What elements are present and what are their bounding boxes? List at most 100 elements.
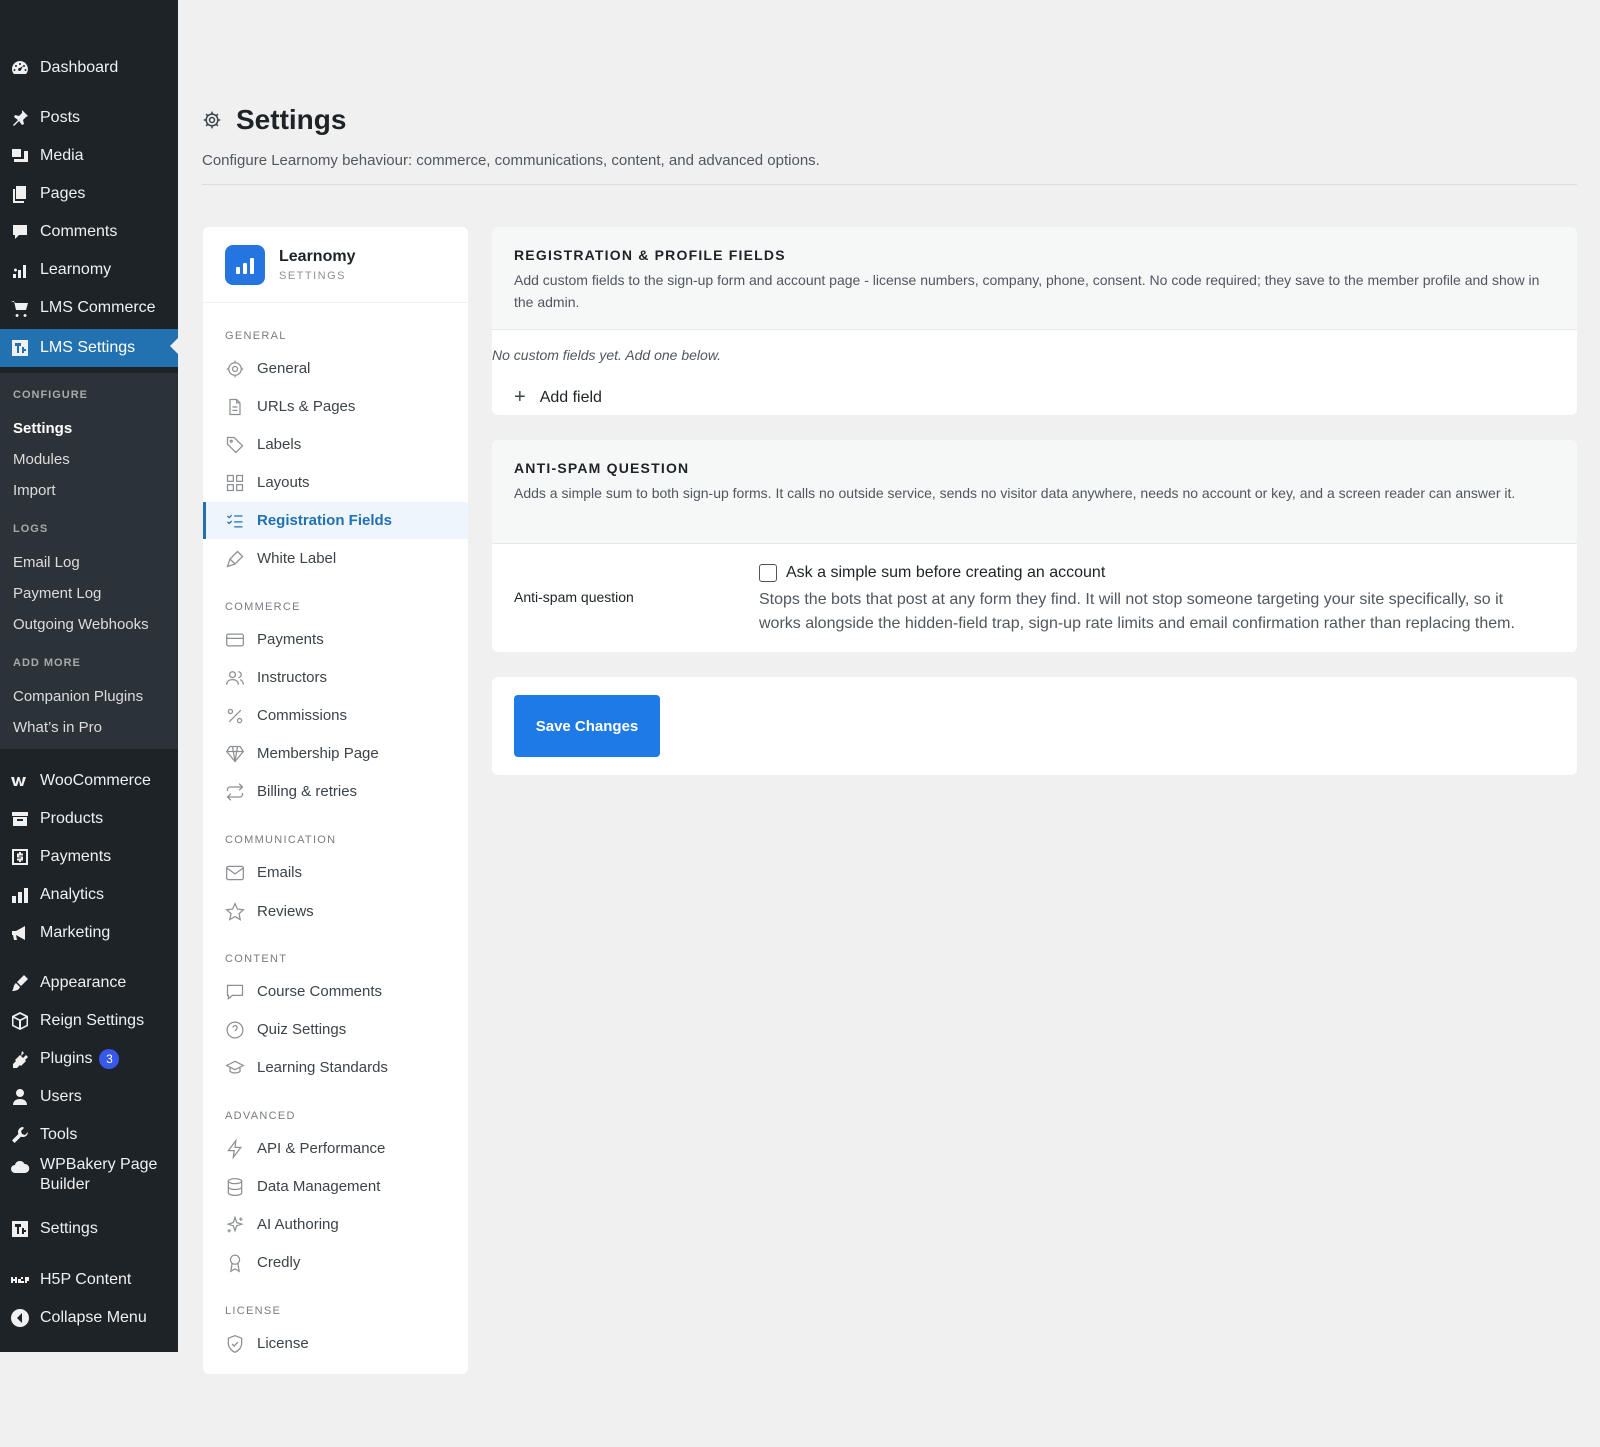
menu-comments[interactable]: Comments <box>0 215 178 249</box>
nav-item-membership-page[interactable]: Membership Page <box>203 735 468 772</box>
repeat-icon <box>226 782 244 801</box>
nav-item-api-performance[interactable]: API & Performance <box>203 1130 468 1167</box>
nav-item-learning-standards[interactable]: Learning Standards <box>203 1049 468 1086</box>
menu-reign-settings[interactable]: Reign Settings <box>0 1004 178 1038</box>
page-title-text: Settings <box>236 104 347 135</box>
nav-item-labels[interactable]: Labels <box>203 426 468 463</box>
nav-heading-advanced: ADVANCED <box>225 1110 296 1122</box>
menu-plugins[interactable]: Plugins 3 <box>0 1042 178 1076</box>
brush-icon <box>226 550 244 567</box>
menu-h5p-content[interactable]: H5P Content <box>0 1263 178 1297</box>
wrench-icon <box>10 1125 30 1145</box>
menu-marketing[interactable]: Marketing <box>0 916 178 950</box>
nav-item-reviews[interactable]: Reviews <box>203 893 468 930</box>
nav-item-billing-retries[interactable]: Billing & retries <box>203 773 468 810</box>
submenu-heading-logs: LOGS <box>13 523 49 535</box>
anti-spam-field-label: Anti-spam question <box>514 589 634 605</box>
admin-sidebar: Dashboard Posts Media Pages Comments Lea… <box>0 0 178 1352</box>
anti-spam-checkbox-label: Ask a simple sum before creating an acco… <box>786 564 1106 581</box>
submenu-payment-log[interactable]: Payment Log <box>13 585 101 602</box>
menu-users[interactable]: Users <box>0 1080 178 1114</box>
nav-item-license[interactable]: License <box>203 1325 468 1362</box>
submenu-email-log[interactable]: Email Log <box>13 554 80 571</box>
nav-item-credly[interactable]: Credly <box>203 1244 468 1281</box>
page-header: Settings Configure Learnomy behaviour: c… <box>202 100 1577 169</box>
menu-label: Media <box>40 147 84 164</box>
tag-icon <box>226 436 244 453</box>
empty-fields-note: No custom fields yet. Add one below. <box>492 347 722 363</box>
chart-icon <box>10 885 30 905</box>
document-icon <box>229 398 241 415</box>
plug-icon <box>10 1049 30 1069</box>
credit-card-icon <box>226 633 244 646</box>
nav-item-emails[interactable]: Emails <box>203 854 468 891</box>
database-icon <box>227 1177 243 1196</box>
menu-wpbakery[interactable]: WPBakery Page Builder <box>0 1155 178 1199</box>
submenu-settings[interactable]: Settings <box>13 420 72 437</box>
page-description: Configure Learnomy behaviour: commerce, … <box>202 152 820 169</box>
menu-learnomy[interactable]: Learnomy <box>0 253 178 287</box>
submenu-whats-in-pro[interactable]: What’s in Pro <box>13 719 102 736</box>
checklist-icon <box>227 514 243 527</box>
menu-label: Reign Settings <box>40 1012 145 1029</box>
submenu-import[interactable]: Import <box>13 482 56 499</box>
nav-heading-general: GENERAL <box>225 330 287 342</box>
nav-item-layouts[interactable]: Layouts <box>203 464 468 501</box>
settings-box-icon <box>10 1219 30 1239</box>
h5p-icon <box>10 1270 30 1290</box>
menu-lms-settings[interactable]: LMS Settings <box>0 329 178 367</box>
mail-icon <box>226 865 244 880</box>
menu-appearance[interactable]: Appearance <box>0 966 178 1000</box>
registration-fields-card: REGISTRATION & PROFILE FIELDS Add custom… <box>492 227 1577 415</box>
menu-label: Comments <box>40 223 118 240</box>
nav-item-white-label[interactable]: White Label <box>203 540 468 577</box>
cart-icon <box>10 298 30 318</box>
menu-payments[interactable]: Payments <box>0 840 178 874</box>
nav-item-quiz-settings[interactable]: Quiz Settings <box>203 1011 468 1048</box>
anti-spam-card-header: ANTI-SPAM QUESTION Adds a simple sum to … <box>492 440 1577 544</box>
menu-dashboard[interactable]: Dashboard <box>0 51 178 85</box>
menu-label: Posts <box>40 109 81 126</box>
nav-item-general[interactable]: General <box>203 350 468 387</box>
menu-settings[interactable]: Settings <box>0 1212 178 1246</box>
submenu-heading-add-more: ADD MORE <box>13 657 81 669</box>
nav-item-registration-fields[interactable]: Registration Fields <box>203 502 468 539</box>
submenu-outgoing-webhooks[interactable]: Outgoing Webhooks <box>13 616 149 633</box>
menu-label: H5P Content <box>40 1271 132 1288</box>
menu-label: Pages <box>40 185 86 202</box>
submenu-modules[interactable]: Modules <box>13 451 70 468</box>
nav-item-payments[interactable]: Payments <box>203 621 468 658</box>
nav-item-urls-pages[interactable]: URLs & Pages <box>203 388 468 425</box>
menu-media[interactable]: Media <box>0 139 178 173</box>
nav-item-ai-authoring[interactable]: AI Authoring <box>203 1206 468 1243</box>
menu-label: Marketing <box>40 924 111 941</box>
menu-products[interactable]: Products <box>0 802 178 836</box>
plugins-update-badge: 3 <box>99 1049 120 1069</box>
checkbox-box[interactable] <box>759 564 777 582</box>
save-changes-button[interactable]: Save Changes <box>514 695 660 757</box>
menu-pages[interactable]: Pages <box>0 177 178 211</box>
anti-spam-checkbox[interactable]: Ask a simple sum before creating an acco… <box>759 564 1539 582</box>
menu-analytics[interactable]: Analytics <box>0 878 178 912</box>
menu-tools[interactable]: Tools <box>0 1118 178 1152</box>
nav-item-data-management[interactable]: Data Management <box>203 1168 468 1205</box>
diamond-icon <box>225 745 245 762</box>
bars-icon <box>10 260 30 280</box>
menu-label: WPBakery Page Builder <box>40 1156 158 1193</box>
nav-item-course-comments[interactable]: Course Comments <box>203 973 468 1010</box>
nav-item-commissions[interactable]: Commissions <box>203 697 468 734</box>
menu-label: Products <box>40 810 104 827</box>
submenu-heading-configure: CONFIGURE <box>13 389 88 401</box>
menu-collapse[interactable]: Collapse Menu <box>0 1301 178 1335</box>
nav-item-instructors[interactable]: Instructors <box>203 659 468 696</box>
add-field-button[interactable]: + Add field <box>514 386 602 409</box>
graduation-cap-icon <box>225 1060 245 1074</box>
menu-lms-commerce[interactable]: LMS Commerce <box>0 291 178 325</box>
cloud-icon <box>10 1157 30 1177</box>
settings-nav-panel: Learnomy SETTINGS GENERAL General URLs &… <box>203 227 468 1374</box>
menu-label: Learnomy <box>40 261 112 278</box>
submenu-companion-plugins[interactable]: Companion Plugins <box>13 688 143 705</box>
anti-spam-card-description: Adds a simple sum to both sign-up forms.… <box>514 485 1516 501</box>
menu-posts[interactable]: Posts <box>0 101 178 135</box>
menu-woocommerce[interactable]: WooCommerce <box>0 764 178 798</box>
